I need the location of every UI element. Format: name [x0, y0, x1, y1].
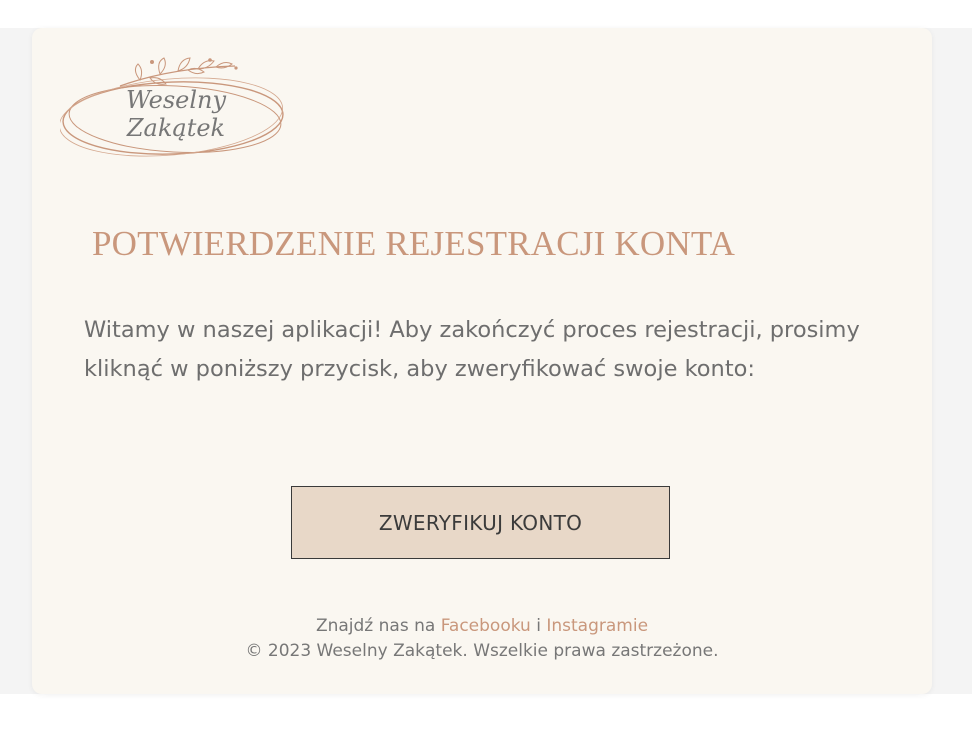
logo-text: Weselny Zakątek — [60, 86, 292, 142]
footer: Znajdź nas na Facebooku i Instagramie © … — [32, 614, 932, 664]
logo-line-2: Zakątek — [126, 114, 226, 142]
logo: Weselny Zakątek — [58, 56, 292, 162]
intro-text: Witamy w naszej aplikacji! Aby zakończyć… — [84, 317, 860, 382]
instagram-link[interactable]: Instagramie — [546, 616, 648, 636]
copyright-text: © 2023 Weselny Zakątek. Wszelkie prawa z… — [245, 641, 719, 661]
page-title: POTWIERDZENIE REJESTRACJI KONTA — [92, 224, 736, 263]
verify-account-button[interactable]: ZWERYFIKUJ KONTO — [291, 486, 670, 559]
email-background: Weselny Zakątek POTWIERDZENIE REJESTRACJ… — [0, 28, 972, 694]
social-connector: i — [530, 616, 547, 636]
facebook-link[interactable]: Facebooku — [441, 616, 531, 636]
logo-line-1: Weselny — [125, 86, 227, 114]
email-card: Weselny Zakątek POTWIERDZENIE REJESTRACJ… — [32, 28, 932, 694]
social-line: Znajdź nas na Facebooku i Instagramie — [32, 614, 932, 639]
social-prefix: Znajdź nas na — [315, 616, 441, 636]
